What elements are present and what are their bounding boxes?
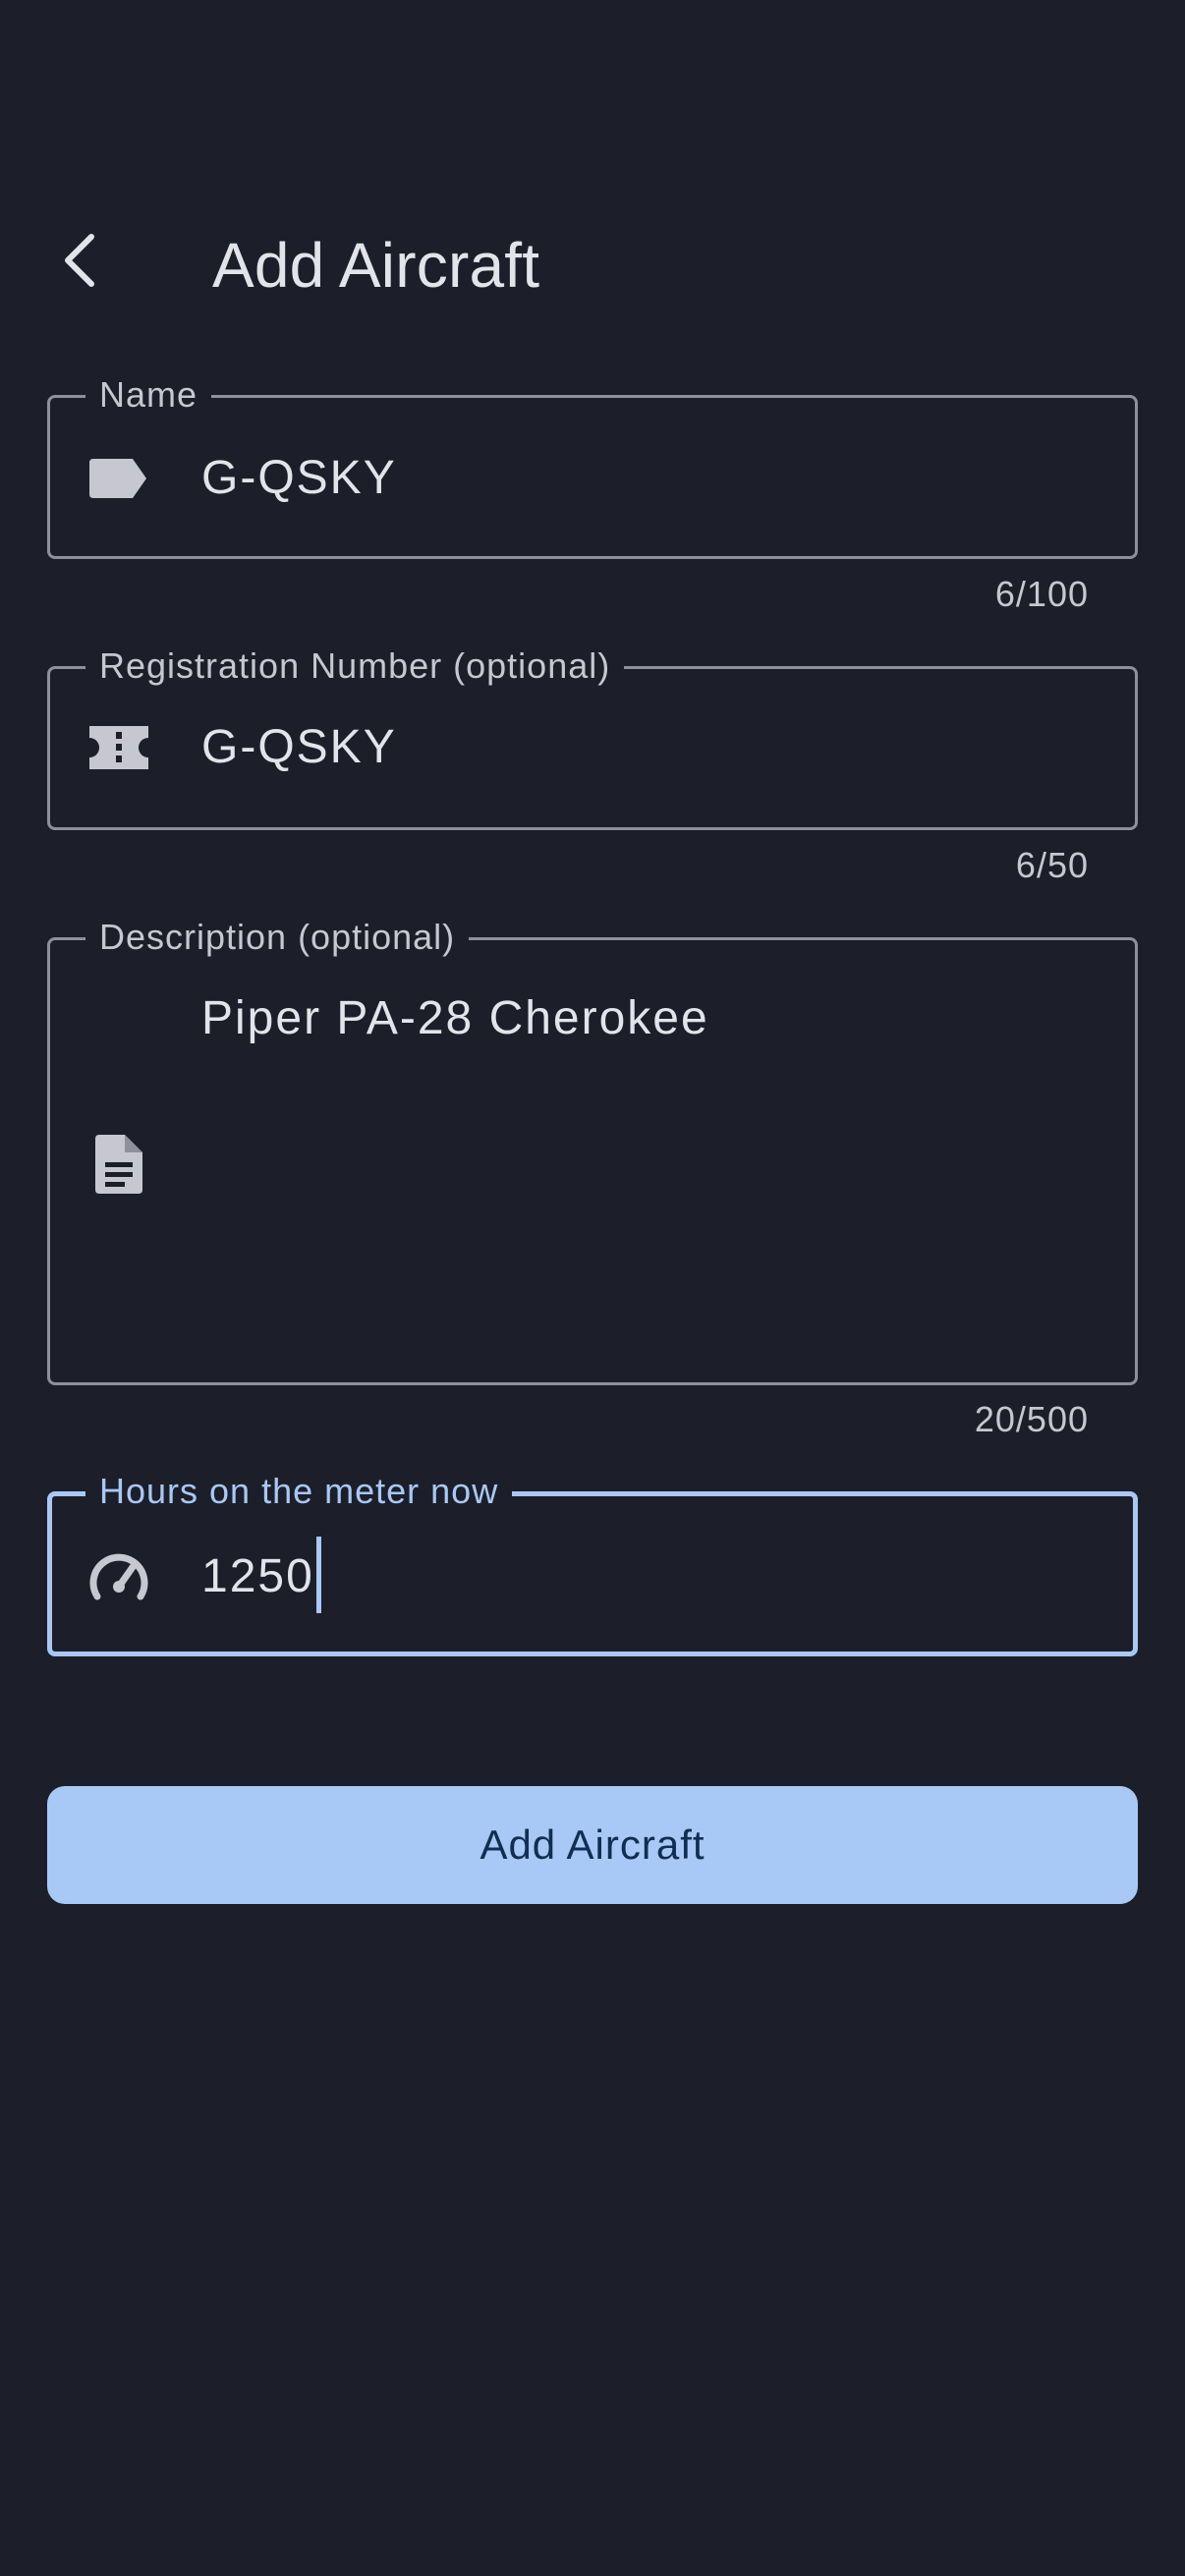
name-field[interactable]: Name G-QSKY (47, 371, 1138, 559)
hours-field-label: Hours on the meter now (85, 1468, 513, 1515)
page-title: Add Aircraft (212, 230, 540, 301)
name-char-counter: 6/100 (994, 574, 1089, 614)
hours-field[interactable]: Hours on the meter now 1250 (47, 1468, 1138, 1656)
hours-input[interactable]: 1250 (201, 1537, 321, 1617)
registration-field[interactable]: Registration Number (optional) G-QSKY (47, 643, 1138, 830)
description-char-counter: 20/500 (974, 1399, 1089, 1439)
back-button[interactable] (37, 216, 126, 305)
registration-field-label: Registration Number (optional) (85, 643, 625, 690)
description-field-label: Description (optional) (85, 914, 470, 961)
speedometer-icon (87, 1545, 150, 1608)
add-aircraft-button[interactable]: Add Aircraft (47, 1786, 1138, 1904)
text-cursor (315, 1537, 321, 1614)
hours-input-text: 1250 (201, 1550, 314, 1602)
name-field-label: Name (85, 371, 212, 419)
document-icon (87, 1133, 150, 1196)
chevron-left-icon (65, 234, 94, 287)
registration-input[interactable]: G-QSKY (201, 720, 397, 775)
description-input[interactable]: Piper PA-28 Cherokee (201, 991, 709, 1046)
label-tag-icon (87, 447, 150, 510)
description-field[interactable]: Description (optional) Piper PA-28 Chero… (47, 914, 1138, 1385)
registration-char-counter: 6/50 (1015, 845, 1089, 885)
app-bar: Add Aircraft (0, 196, 1185, 334)
ticket-icon (87, 716, 150, 779)
name-input[interactable]: G-QSKY (201, 451, 397, 506)
